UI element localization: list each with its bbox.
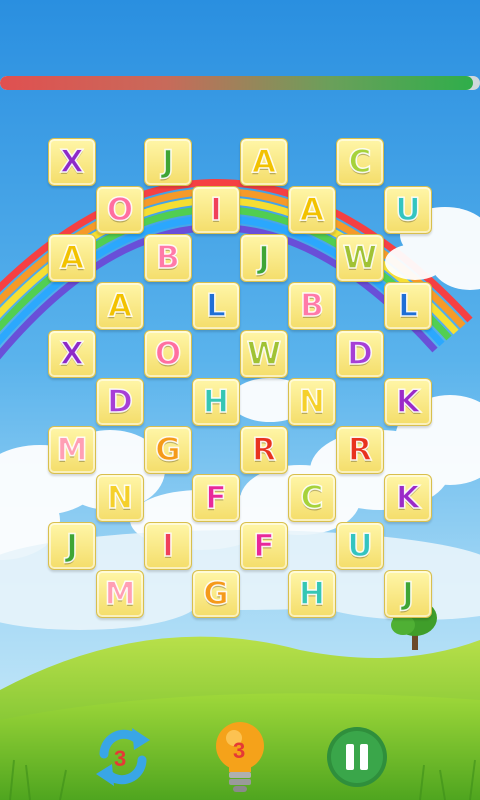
tile-letter: N <box>298 383 325 420</box>
tile-letter: R <box>251 431 276 468</box>
letter-tile[interactable]: J <box>144 138 192 186</box>
letter-tile[interactable]: B <box>144 234 192 282</box>
hint-count: 3 <box>233 738 246 763</box>
letter-tile[interactable]: G <box>144 426 192 474</box>
tile-letter: M <box>104 575 136 612</box>
letter-tile[interactable]: G <box>192 570 240 618</box>
tile-letter: H <box>298 575 325 612</box>
tile-letter: I <box>161 527 174 564</box>
letter-tile[interactable]: A <box>48 234 96 282</box>
tile-letter: U <box>347 527 374 564</box>
letter-tile[interactable]: H <box>288 570 336 618</box>
tile-letter: I <box>209 191 222 228</box>
letter-tile[interactable]: M <box>96 570 144 618</box>
tile-letter: X <box>59 335 84 372</box>
tile-letter: C <box>348 143 372 180</box>
tile-letter: J <box>161 143 174 180</box>
tile-letter: J <box>401 575 414 612</box>
hint-button[interactable]: 3 <box>214 718 266 796</box>
tile-letter: H <box>202 383 229 420</box>
tile-letter: N <box>106 479 133 516</box>
tile-letter: J <box>65 527 78 564</box>
tile-letter: B <box>299 287 324 324</box>
tile-letter: A <box>299 191 325 228</box>
tile-letter: A <box>107 287 133 324</box>
letter-tile[interactable]: I <box>144 522 192 570</box>
pause-icon <box>327 727 387 787</box>
tile-letter: L <box>397 287 418 324</box>
tile-letter: W <box>342 239 378 276</box>
tile-letter: R <box>347 431 372 468</box>
tile-letter: K <box>395 383 421 420</box>
letter-tile[interactable]: U <box>384 186 432 234</box>
letter-tile[interactable]: H <box>192 378 240 426</box>
letter-tile[interactable]: N <box>96 474 144 522</box>
letter-tile[interactable]: B <box>288 282 336 330</box>
tile-letter: A <box>251 143 277 180</box>
tile-letter: G <box>203 575 230 612</box>
letter-tile[interactable]: J <box>48 522 96 570</box>
letter-tile[interactable]: D <box>336 330 384 378</box>
tile-letter: M <box>56 431 88 468</box>
letter-tile[interactable]: O <box>96 186 144 234</box>
tile-letter: D <box>106 383 133 420</box>
letter-tile[interactable]: J <box>240 234 288 282</box>
tile-letter: O <box>154 335 182 372</box>
letter-tile[interactable]: K <box>384 474 432 522</box>
tile-letter: W <box>246 335 282 372</box>
letter-tile[interactable]: X <box>48 138 96 186</box>
tile-letter: C <box>300 479 324 516</box>
letter-tile[interactable]: A <box>240 138 288 186</box>
shuffle-count: 3 <box>114 746 127 771</box>
tile-letter: F <box>253 527 276 564</box>
letter-tile[interactable]: R <box>336 426 384 474</box>
letter-tile[interactable]: W <box>240 330 288 378</box>
tile-letter: U <box>395 191 422 228</box>
letter-tile[interactable]: F <box>192 474 240 522</box>
letter-tile[interactable]: M <box>48 426 96 474</box>
tile-letter: L <box>205 287 226 324</box>
letter-tile[interactable]: J <box>384 570 432 618</box>
letter-tile[interactable]: N <box>288 378 336 426</box>
letter-tile[interactable]: D <box>96 378 144 426</box>
letter-tile[interactable]: A <box>288 186 336 234</box>
tile-letter: O <box>106 191 134 228</box>
letter-tile[interactable]: L <box>384 282 432 330</box>
tile-letter: J <box>257 239 270 276</box>
tile-letter: D <box>346 335 373 372</box>
letter-tile[interactable]: C <box>336 138 384 186</box>
letter-tile[interactable]: L <box>192 282 240 330</box>
tile-letter: B <box>155 239 180 276</box>
letter-tile[interactable]: A <box>96 282 144 330</box>
letter-tile[interactable]: K <box>384 378 432 426</box>
tile-letter: K <box>395 479 421 516</box>
letter-tile[interactable]: F <box>240 522 288 570</box>
pause-button[interactable] <box>326 726 388 788</box>
letter-tile[interactable]: C <box>288 474 336 522</box>
shuffle-button[interactable]: 3 <box>92 722 154 792</box>
tile-letter: G <box>155 431 182 468</box>
tile-letter: A <box>59 239 85 276</box>
letter-tile[interactable]: U <box>336 522 384 570</box>
letter-tile[interactable]: X <box>48 330 96 378</box>
tile-letter: X <box>59 143 84 180</box>
letter-tile[interactable]: W <box>336 234 384 282</box>
game-board: XJACOIAUABJWALBLXOWDDHNKMGRRNFCKJIFUMGHJ <box>0 0 480 800</box>
letter-tile[interactable]: R <box>240 426 288 474</box>
tile-letter: F <box>205 479 228 516</box>
letter-tile[interactable]: O <box>144 330 192 378</box>
letter-tile[interactable]: I <box>192 186 240 234</box>
control-bar: 3 3 <box>0 716 480 800</box>
